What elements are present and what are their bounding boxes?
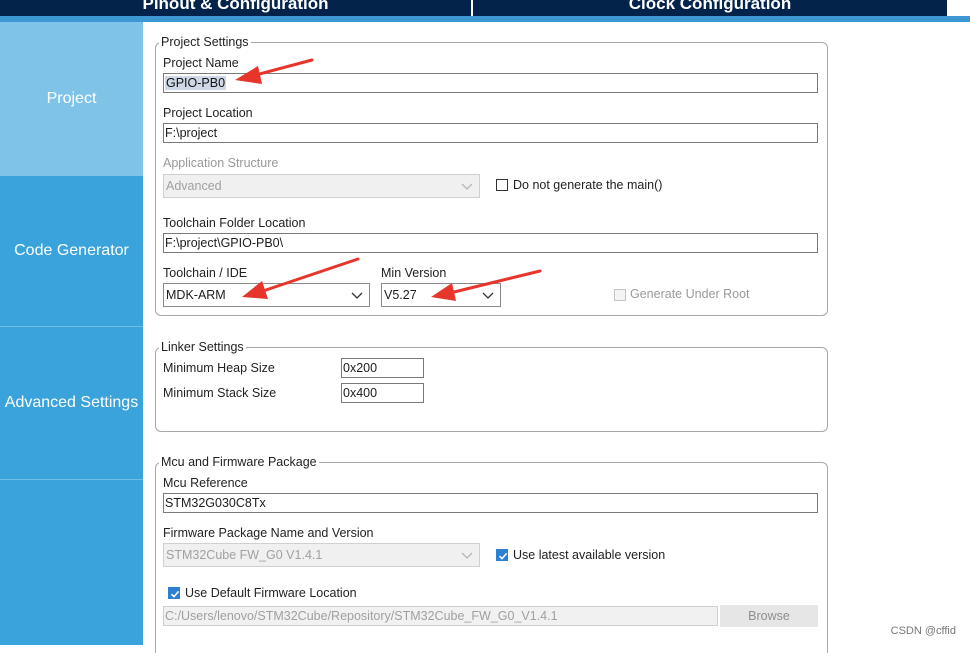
browse-button[interactable]: Browse [720,605,818,627]
chevron-down-icon [461,552,473,559]
use-default-firmware-location-checkbox[interactable] [168,587,180,599]
linker-settings-legend: Linker Settings [159,340,246,354]
tab-underline [0,16,970,22]
min-heap-size-label: Minimum Heap Size [163,361,275,375]
project-location-input[interactable]: F:\project [163,123,818,143]
min-stack-size-label: Minimum Stack Size [163,386,277,400]
application-structure-value: Advanced [166,179,222,193]
mcu-firmware-legend: Mcu and Firmware Package [159,455,319,469]
checkmark-icon [170,590,180,598]
min-version-label: Min Version [381,266,447,280]
checkmark-icon [498,552,508,560]
firmware-package-value: STM32Cube FW_G0 V1.4.1 [166,548,323,562]
firmware-package-select[interactable]: STM32Cube FW_G0 V1.4.1 [163,543,480,567]
min-version-select[interactable]: V5.27 [381,283,501,307]
application-structure-label: Application Structure [163,156,279,170]
top-tab-bar: Pinout & Configuration Clock Configurati… [0,0,970,22]
sidebar-item-label: Project [46,90,97,107]
min-stack-size-input[interactable]: 0x400 [341,383,424,403]
application-structure-select[interactable]: Advanced [163,174,480,198]
toolchain-ide-select[interactable]: MDK-ARM [163,283,370,307]
sidebar-item-advanced-settings[interactable]: Advanced Settings [0,327,143,479]
do-not-generate-main-checkbox[interactable] [496,179,508,191]
mcu-reference-input[interactable]: STM32G030C8Tx [163,493,818,513]
project-name-value: GPIO-PB0 [165,76,227,90]
chevron-down-icon [351,292,363,299]
sidebar-item-code-generator[interactable]: Code Generator [0,176,143,326]
firmware-package-label: Firmware Package Name and Version [163,526,374,540]
project-name-label: Project Name [163,56,239,70]
sidebar-divider [0,479,143,480]
toolchain-ide-value: MDK-ARM [166,288,226,302]
sidebar-item-label: Advanced Settings [4,394,139,411]
sidebar-item-label: Code Generator [14,242,129,259]
chevron-down-icon [482,292,494,299]
sidebar-item-project[interactable]: Project [0,22,143,176]
project-name-input[interactable]: GPIO-PB0 [163,73,818,93]
use-default-firmware-location-label: Use Default Firmware Location [185,586,357,600]
min-heap-size-input[interactable]: 0x200 [341,358,424,378]
use-latest-version-label: Use latest available version [513,548,666,562]
tab-pinout-configuration[interactable]: Pinout & Configuration [0,0,471,16]
use-latest-version-checkbox[interactable] [496,549,508,561]
toolchain-ide-label: Toolchain / IDE [163,266,248,280]
generate-under-root-checkbox[interactable] [614,289,626,301]
chevron-down-icon [461,183,473,190]
generate-under-root-label: Generate Under Root [630,287,750,301]
do-not-generate-main-label: Do not generate the main() [513,178,663,192]
mcu-reference-label: Mcu Reference [163,476,248,490]
min-version-value: V5.27 [384,288,417,302]
sidebar: Project Code Generator Advanced Settings [0,22,143,645]
firmware-path-input[interactable]: C:/Users/lenovo/STM32Cube/Repository/STM… [163,606,718,626]
project-location-label: Project Location [163,106,253,120]
tab-clock-configuration[interactable]: Clock Configuration [473,0,947,16]
toolchain-folder-label: Toolchain Folder Location [163,216,306,230]
watermark: CSDN @cffid [890,625,956,637]
toolchain-folder-input[interactable]: F:\project\GPIO-PB0\ [163,233,818,253]
project-settings-legend: Project Settings [159,35,251,49]
